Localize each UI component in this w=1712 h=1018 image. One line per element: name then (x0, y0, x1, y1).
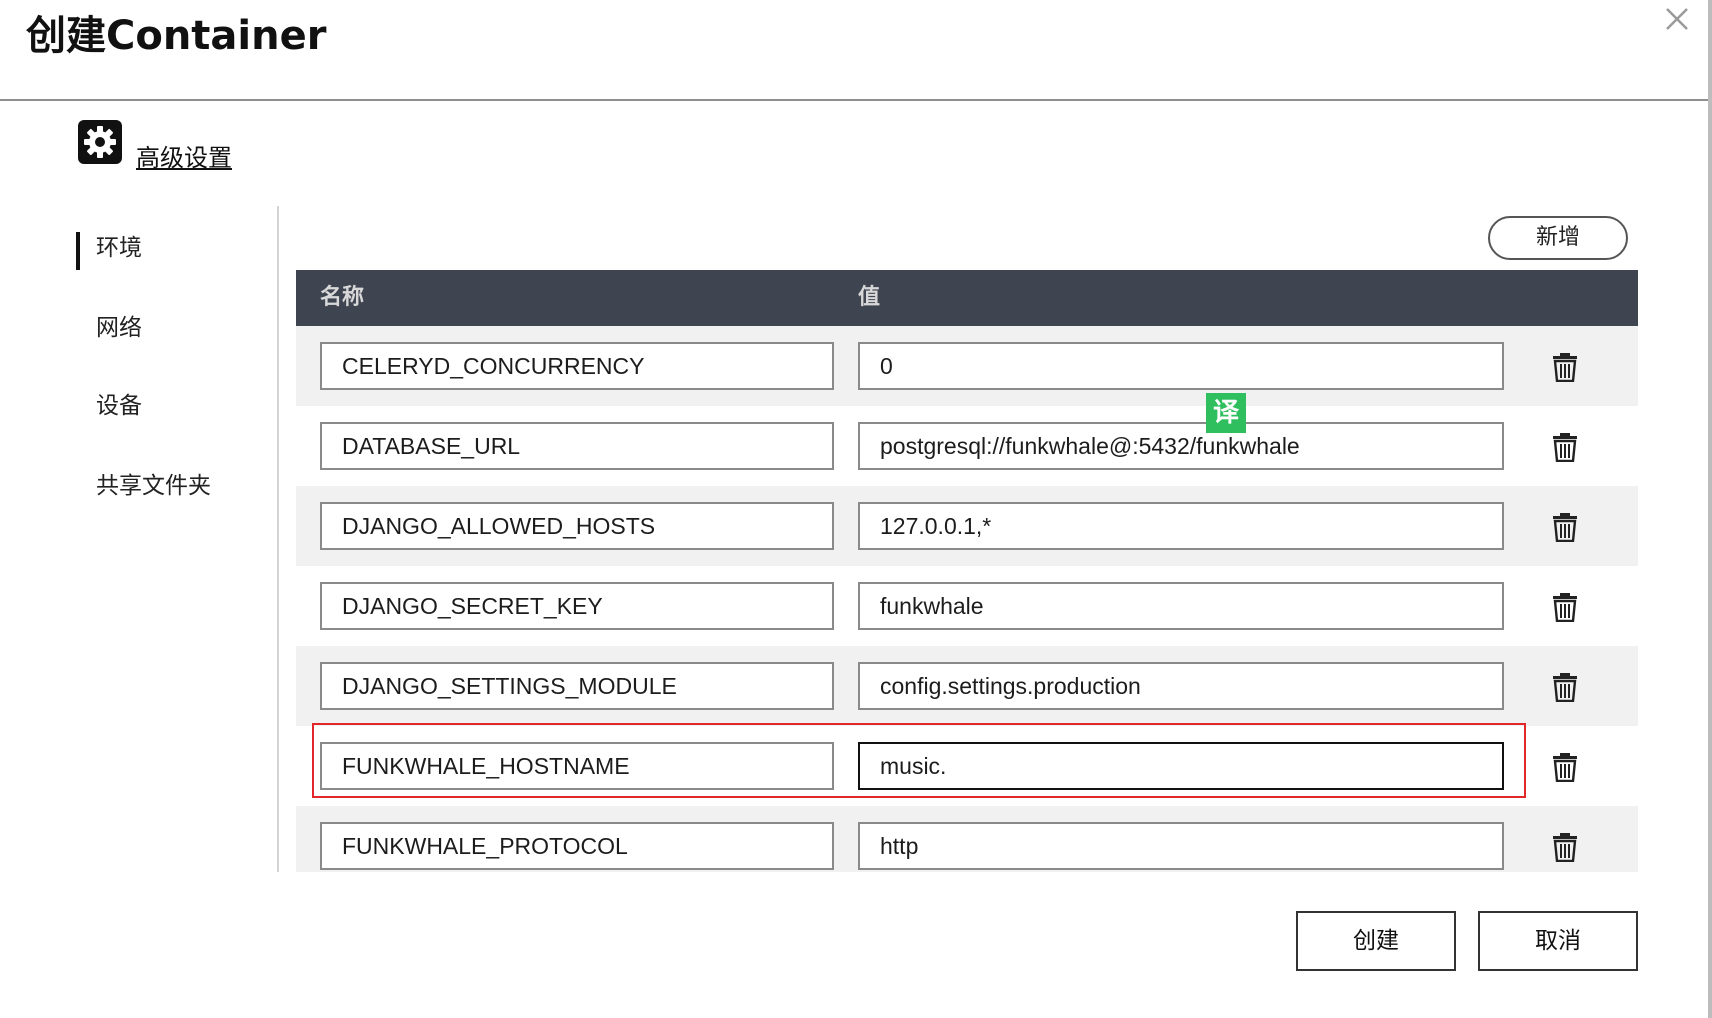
env-name-input[interactable]: DJANGO_SETTINGS_MODULE (320, 662, 834, 710)
close-icon (1666, 8, 1688, 30)
delete-row-button[interactable] (1552, 352, 1578, 383)
table-row: FUNKWHALE_PROTOCOL http (296, 806, 1638, 872)
env-table[interactable]: 名称 值 CELERYD_CONCURRENCY 0 DATABASE_URL … (296, 270, 1638, 872)
nav-item-network[interactable]: 网络 (76, 306, 276, 350)
table-row: DATABASE_URL postgresql://funkwhale@:543… (296, 406, 1638, 486)
trash-icon (1553, 753, 1577, 783)
delete-row-button[interactable] (1552, 432, 1578, 463)
trash-icon (1553, 673, 1577, 703)
nav-item-devices[interactable]: 设备 (76, 384, 276, 428)
env-name-input[interactable]: FUNKWHALE_HOSTNAME (320, 742, 834, 790)
dialog-header: 创建Container (0, 0, 1712, 101)
column-header-name: 名称 (320, 285, 365, 310)
trash-icon (1553, 513, 1577, 543)
env-name-input[interactable]: DATABASE_URL (320, 422, 834, 470)
dialog-title: 创建Container (26, 13, 327, 59)
trash-icon (1553, 433, 1577, 463)
create-button[interactable]: 创建 (1296, 911, 1456, 971)
trash-icon (1553, 353, 1577, 383)
env-value-input[interactable]: funkwhale (858, 582, 1504, 630)
env-value-input[interactable]: music. (858, 742, 1504, 790)
trash-icon (1553, 833, 1577, 863)
delete-row-button[interactable] (1552, 512, 1578, 543)
env-value-input[interactable]: http (858, 822, 1504, 870)
delete-row-button[interactable] (1552, 672, 1578, 703)
create-container-dialog: 创建Container 高级设置 环境 网络 设备 共享文件夹 新增 名称 值 … (0, 0, 1712, 1018)
env-value-input[interactable]: 0 (858, 342, 1504, 390)
delete-row-button[interactable] (1552, 592, 1578, 623)
env-value-input[interactable]: 127.0.0.1,* (858, 502, 1504, 550)
table-row: FUNKWHALE_HOSTNAME music. (296, 726, 1638, 806)
table-row: DJANGO_ALLOWED_HOSTS 127.0.0.1,* (296, 486, 1638, 566)
nav-divider (277, 206, 279, 872)
env-name-input[interactable]: DJANGO_SECRET_KEY (320, 582, 834, 630)
table-header: 名称 值 (296, 270, 1638, 326)
table-row: DJANGO_SECRET_KEY funkwhale (296, 566, 1638, 646)
gear-icon (78, 120, 122, 164)
column-header-value: 值 (858, 285, 881, 310)
trash-icon (1553, 593, 1577, 623)
window-edge-scrollbar (1708, 0, 1712, 1018)
advanced-settings-link[interactable]: 高级设置 (136, 138, 232, 173)
env-value-input[interactable]: postgresql://funkwhale@:5432/funkwhale (858, 422, 1504, 470)
add-variable-button[interactable]: 新增 (1488, 216, 1628, 260)
delete-row-button[interactable] (1552, 832, 1578, 863)
close-button[interactable] (1660, 2, 1694, 36)
table-row: CELERYD_CONCURRENCY 0 (296, 326, 1638, 406)
env-name-input[interactable]: DJANGO_ALLOWED_HOSTS (320, 502, 834, 550)
env-value-text: music. (880, 753, 947, 779)
translate-badge[interactable]: 译 (1206, 393, 1246, 433)
delete-row-button[interactable] (1552, 752, 1578, 783)
env-name-input[interactable]: CELERYD_CONCURRENCY (320, 342, 834, 390)
env-value-input[interactable]: config.settings.production (858, 662, 1504, 710)
nav-item-environment[interactable]: 环境 (76, 226, 276, 270)
cancel-button[interactable]: 取消 (1478, 911, 1638, 971)
table-row: DJANGO_SETTINGS_MODULE config.settings.p… (296, 646, 1638, 726)
env-name-input[interactable]: FUNKWHALE_PROTOCOL (320, 822, 834, 870)
nav-item-shared-folders[interactable]: 共享文件夹 (76, 464, 276, 508)
